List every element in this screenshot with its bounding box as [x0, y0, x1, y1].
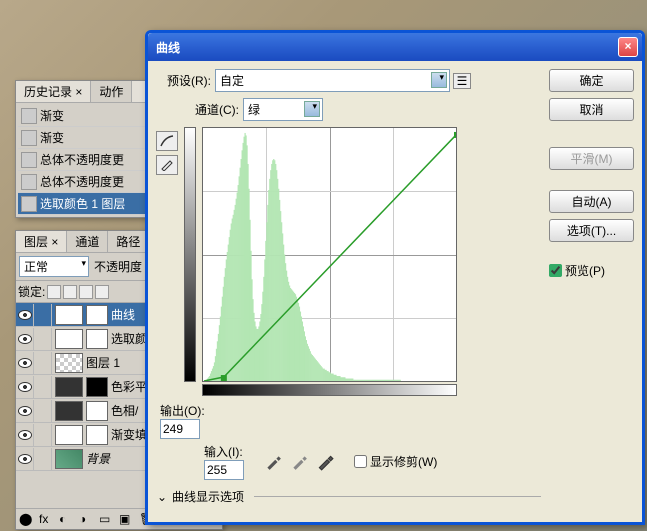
- titlebar[interactable]: 曲线 ×: [148, 33, 642, 61]
- visibility-icon[interactable]: [16, 448, 34, 470]
- disclosure-icon: ⌄: [156, 491, 168, 503]
- opacity-icon: [21, 152, 37, 168]
- link-cell[interactable]: [34, 352, 52, 374]
- opacity-label: 不透明度: [94, 258, 142, 275]
- link-cell[interactable]: [34, 376, 52, 398]
- lock-transparent-icon[interactable]: [47, 285, 61, 299]
- channel-label: 通道(C):: [184, 101, 239, 118]
- gradient-icon: [21, 108, 37, 124]
- preview-checkbox[interactable]: 预览(P): [549, 262, 634, 279]
- link-cell[interactable]: [34, 424, 52, 446]
- tab-actions[interactable]: 动作: [91, 81, 132, 102]
- curve-graph[interactable]: [202, 127, 457, 382]
- history-label: 渐变: [40, 107, 64, 124]
- tab-paths[interactable]: 路径: [108, 231, 149, 252]
- blend-mode-select[interactable]: 正常: [19, 256, 89, 277]
- show-clipping-input[interactable]: [354, 455, 367, 468]
- visibility-icon[interactable]: [16, 352, 34, 374]
- new-layer-icon[interactable]: ▣: [119, 512, 133, 526]
- opacity-icon: [21, 174, 37, 190]
- curve-line: [203, 128, 456, 381]
- eyedropper-white-icon[interactable]: [316, 453, 334, 471]
- link-cell[interactable]: [34, 304, 52, 326]
- layer-thumb[interactable]: [55, 353, 83, 373]
- curve-tool-point[interactable]: [156, 131, 178, 151]
- output-gradient: [184, 127, 196, 382]
- auto-button[interactable]: 自动(A): [549, 190, 634, 213]
- options-button[interactable]: 选项(T)...: [549, 219, 634, 242]
- dialog-title: 曲线: [156, 39, 618, 56]
- layer-thumb[interactable]: [55, 449, 83, 469]
- layer-mask[interactable]: [86, 377, 108, 397]
- input-input[interactable]: [204, 460, 244, 480]
- curve-tools: [156, 131, 178, 398]
- curves-dialog: 曲线 × 预设(R): 自定 ☰ 通道(C): 绿: [145, 30, 645, 525]
- history-label: 总体不透明度更: [40, 151, 124, 168]
- cancel-button[interactable]: 取消: [549, 98, 634, 121]
- show-clipping-checkbox[interactable]: 显示修剪(W): [354, 453, 437, 470]
- link-cell[interactable]: [34, 448, 52, 470]
- tab-channels[interactable]: 通道: [67, 231, 108, 252]
- visibility-icon[interactable]: [16, 304, 34, 326]
- layer-mask[interactable]: [86, 425, 108, 445]
- layer-thumb[interactable]: [55, 329, 83, 349]
- link-cell[interactable]: [34, 328, 52, 350]
- eyedropper-gray-icon[interactable]: [290, 453, 308, 471]
- smooth-button[interactable]: 平滑(M): [549, 147, 634, 170]
- preset-menu-icon[interactable]: ☰: [453, 73, 471, 89]
- visibility-icon[interactable]: [16, 424, 34, 446]
- layer-mask[interactable]: [86, 329, 108, 349]
- lock-label: 锁定:: [18, 283, 45, 300]
- curve-tool-pencil[interactable]: [156, 155, 178, 175]
- link-cell[interactable]: [34, 400, 52, 422]
- input-gradient: [202, 384, 457, 396]
- mask-icon[interactable]: ◐: [59, 512, 73, 526]
- adjustment-icon[interactable]: ◑: [79, 512, 93, 526]
- visibility-icon[interactable]: [16, 328, 34, 350]
- selectcolor-icon: [21, 196, 37, 212]
- output-input[interactable]: [160, 419, 200, 439]
- history-label: 总体不透明度更: [40, 173, 124, 190]
- preset-select[interactable]: 自定: [215, 69, 450, 92]
- layer-thumb[interactable]: [55, 305, 83, 325]
- curve-display-options[interactable]: ⌄ 曲线显示选项: [156, 488, 541, 505]
- layer-thumb[interactable]: [55, 401, 83, 421]
- preview-label: 预览(P): [565, 262, 605, 279]
- layer-thumb[interactable]: [55, 377, 83, 397]
- show-clipping-label: 显示修剪(W): [370, 453, 437, 470]
- visibility-icon[interactable]: [16, 376, 34, 398]
- eyedropper-group: [264, 453, 334, 471]
- link-icon[interactable]: ⬤: [19, 512, 33, 526]
- tab-history[interactable]: 历史记录 ×: [16, 81, 91, 102]
- output-label: 输出(O):: [160, 402, 541, 419]
- folder-icon[interactable]: ▭: [99, 512, 113, 526]
- preset-label: 预设(R):: [156, 72, 211, 89]
- lock-move-icon[interactable]: [79, 285, 93, 299]
- input-label: 输入(I):: [204, 443, 244, 460]
- layer-thumb[interactable]: [55, 425, 83, 445]
- history-label: 选取颜色 1 图层: [40, 195, 125, 212]
- ok-button[interactable]: 确定: [549, 69, 634, 92]
- preview-input[interactable]: [549, 264, 562, 277]
- dialog-buttons: 确定 取消 平滑(M) 自动(A) 选项(T)... 预览(P): [549, 69, 634, 505]
- disclosure-label: 曲线显示选项: [172, 488, 244, 505]
- tab-layers[interactable]: 图层 ×: [16, 231, 67, 252]
- lock-all-icon[interactable]: [95, 285, 109, 299]
- lock-paint-icon[interactable]: [63, 285, 77, 299]
- channel-select[interactable]: 绿: [243, 98, 323, 121]
- fx-icon[interactable]: fx: [39, 512, 53, 526]
- layer-mask[interactable]: [86, 401, 108, 421]
- close-button[interactable]: ×: [618, 37, 638, 57]
- gradient-icon: [21, 130, 37, 146]
- visibility-icon[interactable]: [16, 400, 34, 422]
- eyedropper-black-icon[interactable]: [264, 453, 282, 471]
- history-label: 渐变: [40, 129, 64, 146]
- layer-mask[interactable]: [86, 305, 108, 325]
